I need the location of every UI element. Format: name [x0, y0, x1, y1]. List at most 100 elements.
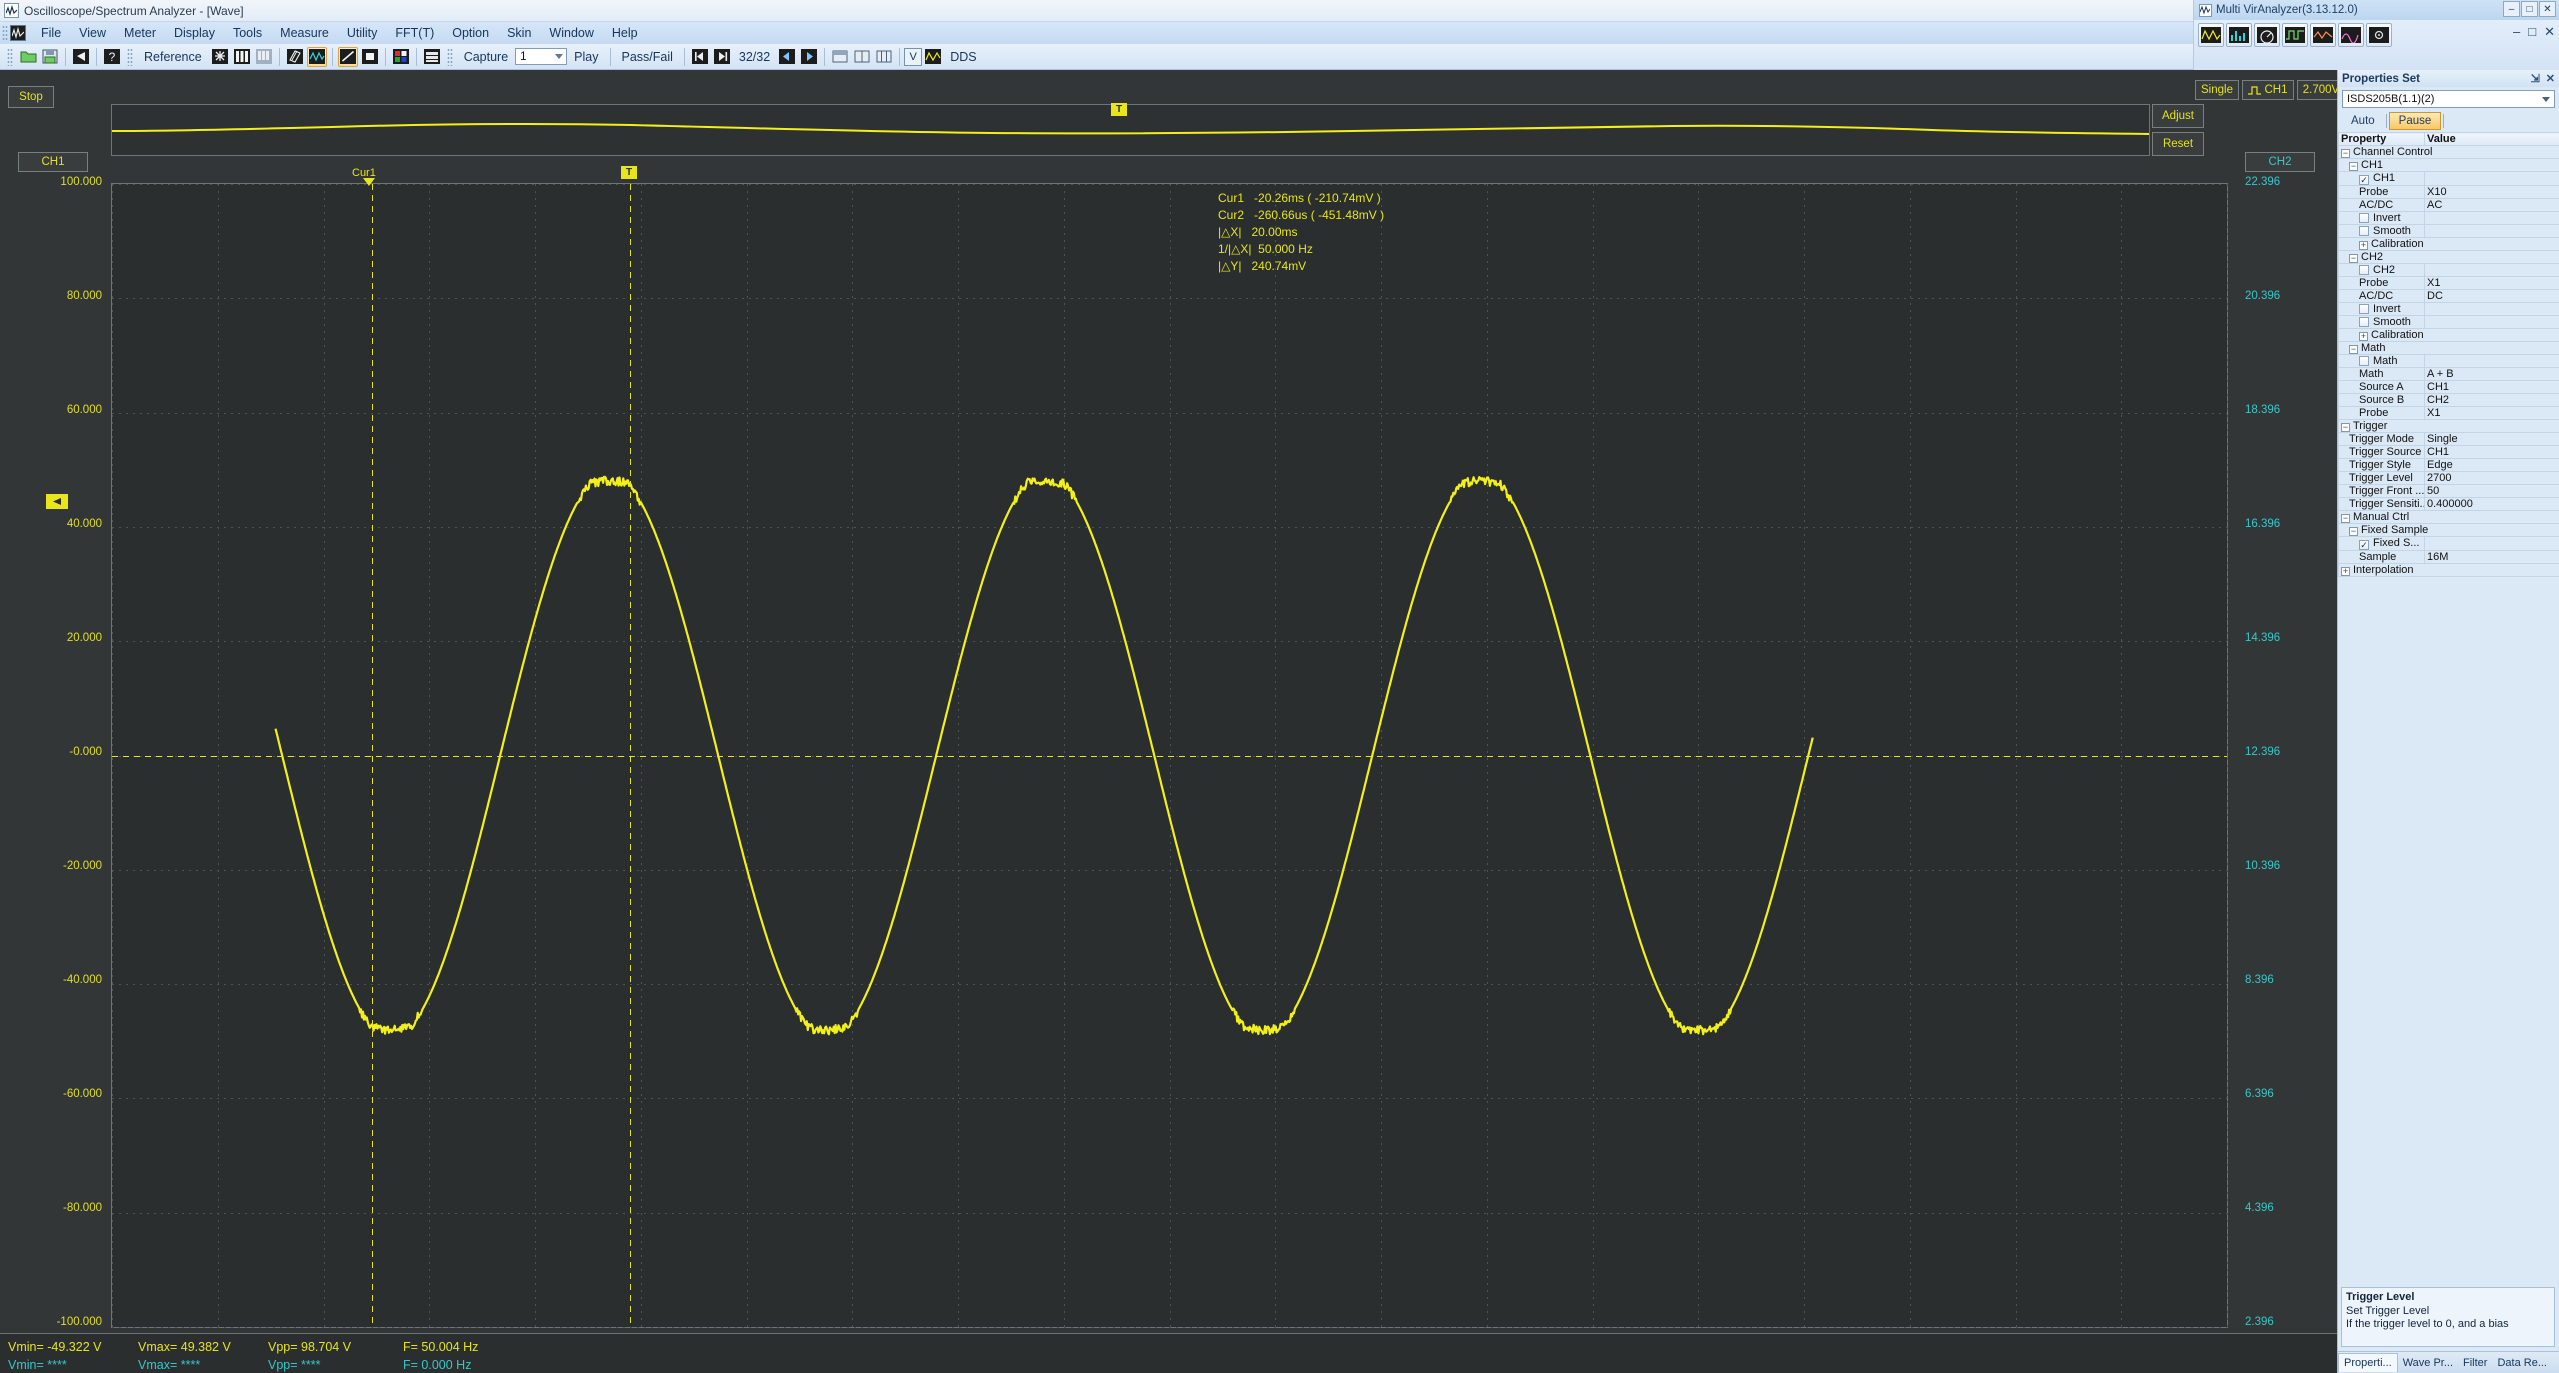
prev-frame-icon[interactable]	[777, 47, 797, 67]
properties-row[interactable]: CH2	[2339, 264, 2559, 277]
cursor2-line[interactable]	[630, 184, 631, 1327]
window-minimize-button[interactable]: –	[2513, 24, 2520, 40]
ch1-header-label[interactable]: CH1	[18, 152, 88, 172]
expand-icon[interactable]: +	[2359, 332, 2368, 341]
menu-item-view[interactable]: View	[70, 23, 115, 43]
color-palette-icon[interactable]	[391, 47, 411, 67]
step-back-icon[interactable]	[690, 47, 710, 67]
pause-button[interactable]: Pause	[2389, 112, 2442, 130]
collapse-icon[interactable]: −	[2341, 423, 2350, 432]
properties-row[interactable]: Math	[2339, 355, 2559, 368]
menu-item-display[interactable]: Display	[165, 23, 224, 43]
dock-maximize-button[interactable]: □	[2521, 1, 2538, 17]
tab-filter[interactable]: Filter	[2458, 1354, 2492, 1372]
properties-row[interactable]: ✓ CH1	[2339, 172, 2559, 186]
properties-row[interactable]: Trigger Mode Single	[2339, 433, 2559, 446]
layout-split-icon[interactable]	[852, 47, 872, 67]
properties-row[interactable]: + Interpolation	[2339, 564, 2559, 577]
properties-row[interactable]: Source A CH1	[2339, 381, 2559, 394]
properties-row[interactable]: − CH2	[2339, 251, 2559, 264]
menu-item-utility[interactable]: Utility	[338, 23, 387, 43]
menu-item-skin[interactable]: Skin	[498, 23, 540, 43]
overview-adjust-button[interactable]: Adjust	[2152, 104, 2204, 128]
line-style-icon[interactable]	[338, 47, 358, 67]
checkbox-icon[interactable]	[2359, 226, 2369, 236]
help-icon[interactable]: ?	[102, 47, 122, 67]
properties-row[interactable]: − Manual Ctrl	[2339, 511, 2559, 524]
collapse-icon[interactable]: −	[2349, 162, 2358, 171]
collapse-icon[interactable]: −	[2349, 254, 2358, 263]
undo-icon[interactable]	[71, 47, 91, 67]
checkbox-icon[interactable]	[2359, 317, 2369, 327]
properties-row[interactable]: − Trigger	[2339, 420, 2559, 433]
window-close-button[interactable]: ✕	[2544, 24, 2555, 40]
menu-item-fft[interactable]: FFT(T)	[386, 23, 443, 43]
checkbox-icon[interactable]	[2359, 304, 2369, 314]
menu-item-help[interactable]: Help	[603, 23, 647, 43]
properties-row[interactable]: Invert	[2339, 303, 2559, 316]
overview-strip[interactable]: T	[111, 104, 2150, 156]
properties-row[interactable]: + Calibration	[2339, 238, 2559, 251]
overview-reset-button[interactable]: Reset	[2152, 132, 2204, 156]
properties-row[interactable]: + Calibration	[2339, 329, 2559, 342]
dock-minimize-button[interactable]: –	[2503, 1, 2520, 17]
settings-mode-icon[interactable]	[2366, 23, 2392, 47]
run-stop-button[interactable]: Stop	[8, 86, 54, 108]
toolbar-grip-handle-1[interactable]	[7, 48, 13, 66]
properties-row[interactable]: Math A + B	[2339, 368, 2559, 381]
menu-item-meter[interactable]: Meter	[115, 23, 165, 43]
cursor1-line[interactable]	[372, 184, 373, 1327]
dds-mode-icon[interactable]	[2338, 23, 2364, 47]
checkbox-icon[interactable]	[2359, 265, 2369, 275]
trigger-mode-button[interactable]: Single	[2195, 80, 2239, 100]
menu-item-file[interactable]: File	[32, 23, 70, 43]
volt-meter-button[interactable]: V	[904, 48, 922, 66]
cursor1-handle[interactable]	[363, 178, 375, 186]
open-icon[interactable]	[18, 47, 38, 67]
properties-row[interactable]: Source B CH2	[2339, 394, 2559, 407]
table-icon[interactable]	[254, 47, 274, 67]
properties-row[interactable]: Invert	[2339, 212, 2559, 225]
collapse-icon[interactable]: −	[2341, 514, 2350, 523]
properties-row[interactable]: − Channel Control	[2339, 146, 2559, 159]
properties-row[interactable]: Trigger Style Edge	[2339, 459, 2559, 472]
device-select[interactable]: ISDS205B(1.1)(2)	[2342, 90, 2555, 108]
properties-row[interactable]: Smooth	[2339, 316, 2559, 329]
spectrum-mode-icon[interactable]	[2226, 23, 2252, 47]
pin-icon[interactable]: ⇲	[2531, 72, 2540, 85]
print-icon[interactable]	[422, 47, 442, 67]
columns-icon[interactable]	[232, 47, 252, 67]
properties-row[interactable]: Trigger Level 2700	[2339, 472, 2559, 485]
menu-grip-handle[interactable]	[2, 25, 8, 41]
layout-single-icon[interactable]	[830, 47, 850, 67]
meter-mode-icon[interactable]	[2254, 23, 2280, 47]
tab-wave-properties[interactable]: Wave Pr...	[2398, 1354, 2458, 1372]
collapse-icon[interactable]: −	[2349, 527, 2358, 536]
logic-mode-icon[interactable]	[2282, 23, 2308, 47]
overview-trigger-marker[interactable]: T	[1111, 103, 1127, 116]
auto-button[interactable]: Auto	[2342, 113, 2384, 129]
passfail-button[interactable]: Pass/Fail	[615, 50, 680, 64]
properties-row[interactable]: − Fixed Sample	[2339, 524, 2559, 537]
checkbox-icon[interactable]	[2359, 213, 2369, 223]
trigger-source-button[interactable]: CH1	[2242, 80, 2294, 100]
trigger-level-handle[interactable]	[46, 494, 68, 509]
capture-count-combo[interactable]: 1	[515, 48, 567, 65]
dds-wave-icon[interactable]	[923, 47, 943, 67]
step-forward-icon[interactable]	[712, 47, 732, 67]
next-frame-icon[interactable]	[799, 47, 819, 67]
save-icon[interactable]	[40, 47, 60, 67]
tab-data-record[interactable]: Data Re...	[2492, 1354, 2552, 1372]
properties-row[interactable]: AC/DC AC	[2339, 199, 2559, 212]
expand-icon[interactable]: +	[2341, 567, 2350, 576]
autoset-icon[interactable]	[210, 47, 230, 67]
properties-row[interactable]: AC/DC DC	[2339, 290, 2559, 303]
dot-style-icon[interactable]	[360, 47, 380, 67]
waveform-view-icon[interactable]	[307, 47, 327, 67]
play-button[interactable]: Play	[567, 50, 605, 64]
checkbox-icon[interactable]: ✓	[2359, 540, 2369, 550]
properties-row[interactable]: Probe X1	[2339, 277, 2559, 290]
collapse-icon[interactable]: −	[2341, 149, 2350, 158]
layers-icon[interactable]	[285, 47, 305, 67]
trigger-position-marker[interactable]: T	[621, 166, 637, 179]
